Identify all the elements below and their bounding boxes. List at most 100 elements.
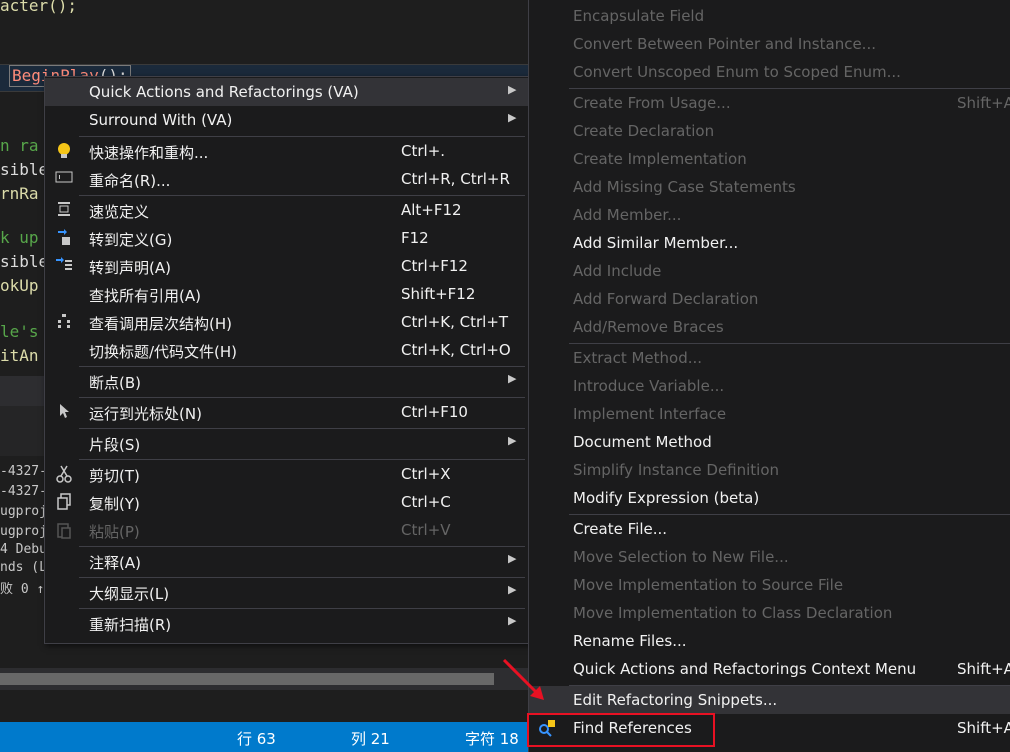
submenu-item-label: Document Method	[573, 433, 712, 451]
menu-item-label: 重新扫描(R)	[89, 616, 172, 634]
scrollbar-thumb[interactable]	[0, 673, 494, 685]
menu-item-peek-definition[interactable]: 速览定义 Alt+F12	[45, 196, 529, 224]
menu-item-label: 注释(A)	[89, 554, 141, 572]
output-line: 败 0 ↑	[0, 582, 45, 597]
menu-item-shortcut: Ctrl+K, Ctrl+O	[401, 341, 511, 359]
submenu-item-label: Create Implementation	[573, 150, 747, 168]
menu-item-go-to-declaration[interactable]: 转到声明(A) Ctrl+F12	[45, 252, 529, 280]
menu-item-shortcut: F12	[401, 229, 429, 247]
menu-item-copy[interactable]: 复制(Y) Ctrl+C	[45, 488, 529, 516]
submenu-item-modify-expression[interactable]: Modify Expression (beta)	[529, 484, 1010, 512]
submenu-item-introduce-variable[interactable]: Introduce Variable...	[529, 372, 1010, 400]
menu-item-rescan[interactable]: 重新扫描(R) ▶	[45, 609, 529, 637]
code-line: k up	[0, 228, 39, 247]
menu-item-label: Surround With (VA)	[89, 111, 233, 129]
output-line: -4327-	[0, 484, 47, 499]
output-line: -4327-	[0, 464, 47, 479]
submenu-item-create-file[interactable]: Create File...	[529, 515, 1010, 543]
copy-icon	[55, 493, 73, 511]
submenu-arrow-icon: ▶	[508, 552, 517, 565]
menu-item-snippets[interactable]: 片段(S) ▶	[45, 429, 529, 457]
submenu-item-label: Quick Actions and Refactorings Context M…	[573, 660, 917, 678]
menu-item-label: 剪切(T)	[89, 467, 140, 485]
submenu-item-label: Create From Usage...	[573, 94, 731, 112]
menu-item-quick-actions[interactable]: 快速操作和重构... Ctrl+.	[45, 137, 529, 165]
menu-item-label: 大纲显示(L)	[89, 585, 170, 603]
menu-item-shortcut: Ctrl+F10	[401, 403, 468, 421]
menu-item-label: 复制(Y)	[89, 495, 140, 513]
menu-item-run-to-cursor[interactable]: 运行到光标处(N) Ctrl+F10	[45, 398, 529, 426]
submenu-item-extract-method[interactable]: Extract Method...	[529, 344, 1010, 372]
menu-item-label: 切换标题/代码文件(H)	[89, 343, 238, 361]
submenu-item-simplify-instance[interactable]: Simplify Instance Definition	[529, 456, 1010, 484]
menu-item-label: 断点(B)	[89, 374, 141, 392]
menu-item-breakpoint[interactable]: 断点(B) ▶	[45, 367, 529, 395]
submenu-item-add-forward-declaration[interactable]: Add Forward Declaration	[529, 285, 1010, 313]
submenu-item-convert-enum[interactable]: Convert Unscoped Enum to Scoped Enum...	[529, 58, 1010, 86]
menu-item-find-all-references[interactable]: 查找所有引用(A) Shift+F12	[45, 280, 529, 308]
horizontal-scrollbar[interactable]	[0, 668, 528, 690]
submenu-item-label: Introduce Variable...	[573, 377, 725, 395]
menu-item-shortcut: Shift+F12	[401, 285, 476, 303]
submenu-item-label: Extract Method...	[573, 349, 703, 367]
submenu-item-shortcut: Shift+A	[957, 94, 1010, 112]
menu-item-label: 运行到光标处(N)	[89, 405, 202, 423]
code-line: sible	[0, 252, 49, 271]
submenu-item-label: Edit Refactoring Snippets...	[573, 691, 778, 709]
submenu-item-move-impl-class[interactable]: Move Implementation to Class Declaration	[529, 599, 1010, 627]
menu-item-shortcut: Ctrl+X	[401, 465, 451, 483]
submenu-item-add-remove-braces[interactable]: Add/Remove Braces	[529, 313, 1010, 341]
menu-item-paste[interactable]: 粘贴(P) Ctrl+V	[45, 516, 529, 544]
submenu-item-add-include[interactable]: Add Include	[529, 257, 1010, 285]
code-line: acter();	[0, 0, 78, 15]
menu-item-label: 片段(S)	[89, 436, 141, 454]
menu-item-label: 查看调用层次结构(H)	[89, 315, 232, 333]
menu-item-go-to-definition[interactable]: 转到定义(G) F12	[45, 224, 529, 252]
submenu-item-document-method[interactable]: Document Method	[529, 428, 1010, 456]
menu-item-label: Quick Actions and Refactorings (VA)	[89, 83, 359, 101]
submenu-item-add-missing-case[interactable]: Add Missing Case Statements	[529, 173, 1010, 201]
submenu-item-label: Modify Expression (beta)	[573, 489, 760, 507]
submenu-item-implement-interface[interactable]: Implement Interface	[529, 400, 1010, 428]
menu-item-surround-with-va[interactable]: Surround With (VA) ▶	[45, 106, 529, 134]
submenu-item-create-declaration[interactable]: Create Declaration	[529, 117, 1010, 145]
lightbulb-icon	[55, 142, 73, 160]
menu-item-rename[interactable]: 重命名(R)... Ctrl+R, Ctrl+R	[45, 165, 529, 193]
submenu-item-rename-files[interactable]: Rename Files...	[529, 627, 1010, 655]
menu-item-shortcut: Ctrl+K, Ctrl+T	[401, 313, 509, 331]
submenu-item-add-similar-member[interactable]: Add Similar Member...	[529, 229, 1010, 257]
menu-item-shortcut: Ctrl+R, Ctrl+R	[401, 170, 510, 188]
submenu-item-label: Simplify Instance Definition	[573, 461, 780, 479]
submenu-item-label: Convert Unscoped Enum to Scoped Enum...	[573, 63, 901, 81]
submenu-item-move-selection[interactable]: Move Selection to New File...	[529, 543, 1010, 571]
submenu-item-label: Create Declaration	[573, 122, 715, 140]
submenu-item-label: Add Member...	[573, 206, 682, 224]
submenu-item-create-from-usage[interactable]: Create From Usage... Shift+A	[529, 89, 1010, 117]
code-line: n ra	[0, 136, 39, 155]
submenu-item-label: Move Implementation to Class Declaration	[573, 604, 893, 622]
code-line: okUp	[0, 276, 39, 295]
context-menu: Quick Actions and Refactorings (VA) ▶ Su…	[44, 76, 530, 644]
submenu-item-label: Create File...	[573, 520, 668, 538]
annotation-arrow-icon	[502, 658, 544, 700]
submenu-item-edit-snippets[interactable]: Edit Refactoring Snippets...	[529, 686, 1010, 714]
menu-item-comment[interactable]: 注释(A) ▶	[45, 547, 529, 575]
status-column: 列 21	[351, 730, 390, 748]
submenu-item-add-member[interactable]: Add Member...	[529, 201, 1010, 229]
submenu-item-label: Move Implementation to Source File	[573, 576, 844, 594]
submenu-item-encapsulate-field[interactable]: Encapsulate Field	[529, 2, 1010, 30]
paste-icon	[55, 521, 73, 539]
menu-item-call-hierarchy[interactable]: 查看调用层次结构(H) Ctrl+K, Ctrl+T	[45, 308, 529, 336]
submenu-item-convert-pointer-instance[interactable]: Convert Between Pointer and Instance...	[529, 30, 1010, 58]
submenu-item-context-menu[interactable]: Quick Actions and Refactorings Context M…	[529, 655, 1010, 683]
status-line: 行 63	[237, 730, 276, 748]
go-to-definition-icon	[55, 229, 73, 247]
menu-item-quick-actions-va[interactable]: Quick Actions and Refactorings (VA) ▶	[45, 78, 529, 106]
menu-item-outlining[interactable]: 大纲显示(L) ▶	[45, 578, 529, 606]
menu-item-toggle-header-code[interactable]: 切换标题/代码文件(H) Ctrl+K, Ctrl+O	[45, 336, 529, 364]
submenu-item-create-implementation[interactable]: Create Implementation	[529, 145, 1010, 173]
submenu-item-label: Rename Files...	[573, 632, 687, 650]
call-hierarchy-icon	[55, 313, 73, 331]
submenu-item-move-impl-source[interactable]: Move Implementation to Source File	[529, 571, 1010, 599]
menu-item-cut[interactable]: 剪切(T) Ctrl+X	[45, 460, 529, 488]
